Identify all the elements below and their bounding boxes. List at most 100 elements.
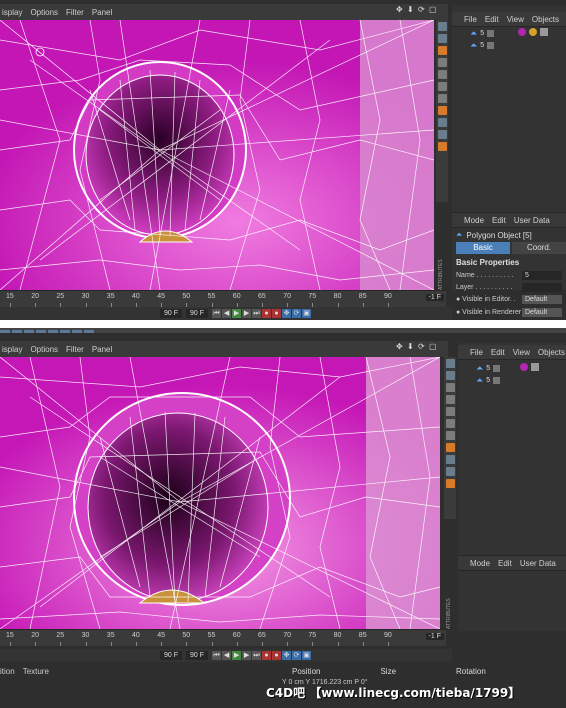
om-menu-view[interactable]: View xyxy=(513,348,530,357)
tab-basic[interactable]: Basic xyxy=(456,242,510,254)
tool-layer-icon[interactable] xyxy=(445,467,455,476)
move-key-icon[interactable]: ✥ xyxy=(282,651,292,660)
go-end-icon[interactable]: ⏭ xyxy=(252,651,262,660)
tool-cube-icon[interactable] xyxy=(437,22,447,31)
autokey-icon[interactable]: ● xyxy=(272,309,282,318)
material-tag-icon[interactable] xyxy=(520,363,528,371)
tool-layer-icon[interactable] xyxy=(437,130,447,139)
end-frame-field[interactable]: 90 F xyxy=(160,651,183,660)
end-frame-field[interactable]: 90 F xyxy=(160,309,183,318)
tool-snap-icon[interactable] xyxy=(445,479,455,488)
tool-axis-icon[interactable] xyxy=(437,118,447,127)
attr-menu-userdata[interactable]: User Data xyxy=(514,216,550,225)
tool-snap-icon[interactable] xyxy=(437,142,447,151)
rotate-key-icon[interactable]: ⟳ xyxy=(292,651,302,660)
scale-key-icon[interactable]: ▣ xyxy=(302,309,312,318)
tool-cube-icon[interactable] xyxy=(445,359,455,368)
play-icon[interactable]: ▶ xyxy=(232,309,242,318)
menu-options[interactable]: Options xyxy=(30,8,58,17)
tool-paint-icon[interactable] xyxy=(437,106,447,115)
attr-menu-mode[interactable]: Mode xyxy=(470,559,490,568)
om-menu-edit[interactable]: Edit xyxy=(491,348,505,357)
autokey-icon[interactable]: ● xyxy=(272,651,282,660)
tool-axis-icon[interactable] xyxy=(445,455,455,464)
om-menu-objects[interactable]: Objects xyxy=(532,15,559,24)
tool-brush-icon[interactable] xyxy=(445,419,455,428)
om-menu-edit[interactable]: Edit xyxy=(485,15,499,24)
tool-magnet-icon[interactable] xyxy=(445,431,455,440)
menu-filter[interactable]: Filter xyxy=(66,8,84,17)
tool-magnet-icon[interactable] xyxy=(437,94,447,103)
rotate-icon[interactable]: ⟳ xyxy=(418,6,426,14)
menu-display[interactable]: isplay xyxy=(2,8,22,17)
tool-knife-icon[interactable] xyxy=(437,70,447,79)
object-row[interactable]: ⏶ 5 xyxy=(476,363,501,373)
visibility-toggle-icon[interactable] xyxy=(493,376,501,384)
menu-display[interactable]: isplay xyxy=(2,345,22,354)
visibility-toggle-icon[interactable] xyxy=(493,364,501,372)
tool-paint-icon[interactable] xyxy=(445,443,455,452)
tool-knife-icon[interactable] xyxy=(445,407,455,416)
preview-frame-field[interactable]: 90 F xyxy=(186,651,209,660)
menu-panel[interactable]: Panel xyxy=(92,345,112,354)
preview-frame-field[interactable]: 90 F xyxy=(186,309,209,318)
next-key-icon[interactable]: ▶ xyxy=(242,651,252,660)
tool-grid-icon[interactable] xyxy=(437,58,447,67)
tool-pen-icon[interactable] xyxy=(437,46,447,55)
tab-coord[interactable]: Coord. xyxy=(512,242,566,254)
prev-key-icon[interactable]: ◀ xyxy=(222,309,232,318)
maximize-icon[interactable]: ▢ xyxy=(429,6,437,14)
phong-tag-icon[interactable] xyxy=(540,28,548,36)
go-end-icon[interactable]: ⏭ xyxy=(252,309,262,318)
visible-renderer-dropdown[interactable]: Default xyxy=(522,308,562,317)
move-key-icon[interactable]: ✥ xyxy=(282,309,292,318)
rotate-icon[interactable]: ⟳ xyxy=(418,343,426,351)
next-key-icon[interactable]: ▶ xyxy=(242,309,252,318)
om-menu-objects[interactable]: Objects xyxy=(538,348,565,357)
go-start-icon[interactable]: ⏮ xyxy=(212,309,222,318)
zoom-icon[interactable]: ⬇ xyxy=(407,343,415,351)
visibility-toggle-icon[interactable] xyxy=(487,41,495,49)
object-row[interactable]: ⏶ 5 xyxy=(476,375,501,385)
record-icon[interactable]: ● xyxy=(262,309,272,318)
zoom-icon[interactable]: ⬇ xyxy=(407,6,415,14)
mat-menu-function[interactable]: ition xyxy=(0,667,15,676)
object-row[interactable]: ⏶ 5 xyxy=(470,40,495,50)
om-menu-file[interactable]: File xyxy=(470,348,483,357)
texture-tag-icon[interactable] xyxy=(529,28,537,36)
tool-sphere-icon[interactable] xyxy=(445,371,455,380)
timeline-bottom[interactable]: -1 F 15 20 25 30 35 40 45 50 55 60 65 70 75 80 85 90 xyxy=(0,629,446,646)
menu-panel[interactable]: Panel xyxy=(92,8,112,17)
attr-menu-mode[interactable]: Mode xyxy=(464,216,484,225)
viewport-top[interactable] xyxy=(0,20,434,290)
tool-pen-icon[interactable] xyxy=(445,383,455,392)
maximize-icon[interactable]: ▢ xyxy=(429,343,437,351)
move-icon[interactable]: ✥ xyxy=(396,6,404,14)
visibility-toggle-icon[interactable] xyxy=(487,29,495,37)
current-frame-field[interactable]: -1 F xyxy=(425,633,444,640)
attr-menu-userdata[interactable]: User Data xyxy=(520,559,556,568)
visible-editor-dropdown[interactable]: Default xyxy=(522,295,562,304)
go-start-icon[interactable]: ⏮ xyxy=(212,651,222,660)
menu-filter[interactable]: Filter xyxy=(66,345,84,354)
play-icon[interactable]: ▶ xyxy=(232,651,242,660)
layer-field[interactable] xyxy=(522,283,562,292)
phong-tag-icon[interactable] xyxy=(531,363,539,371)
tool-grid-icon[interactable] xyxy=(445,395,455,404)
om-menu-view[interactable]: View xyxy=(507,15,524,24)
name-field[interactable]: 5 xyxy=(522,271,562,280)
object-row[interactable]: ⏶ 5 xyxy=(470,28,495,38)
prev-key-icon[interactable]: ◀ xyxy=(222,651,232,660)
timeline-top[interactable]: -1 F 15 20 25 30 35 40 45 50 55 60 65 70 75 80 85 90 xyxy=(0,290,446,307)
tool-brush-icon[interactable] xyxy=(437,82,447,91)
record-icon[interactable]: ● xyxy=(262,651,272,660)
menu-options[interactable]: Options xyxy=(30,345,58,354)
scale-key-icon[interactable]: ▣ xyxy=(302,651,312,660)
tool-sphere-icon[interactable] xyxy=(437,34,447,43)
move-icon[interactable]: ✥ xyxy=(396,343,404,351)
rotate-key-icon[interactable]: ⟳ xyxy=(292,309,302,318)
current-frame-field[interactable]: -1 F xyxy=(425,294,444,301)
attr-menu-edit[interactable]: Edit xyxy=(498,559,512,568)
om-menu-file[interactable]: File xyxy=(464,15,477,24)
viewport-bottom[interactable] xyxy=(0,357,440,629)
